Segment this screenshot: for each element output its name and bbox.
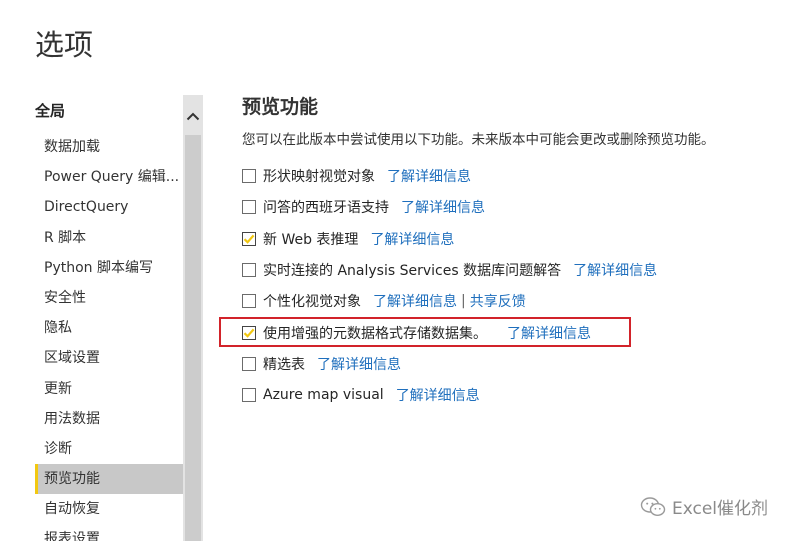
learn-more-link[interactable]: 了解详细信息 [317,354,401,374]
feature-checkbox[interactable] [242,200,256,214]
feature-label: 精选表 [263,357,305,373]
learn-more-link[interactable]: 了解详细信息 [573,260,657,280]
feature-row: 实时连接的 Analysis Services 数据库问题解答 了解详细信息 [242,259,657,281]
section-description: 您可以在此版本中尝试使用以下功能。未来版本中可能会更改或删除预览功能。 [242,132,715,148]
sidebar-item-power-query-editor[interactable]: Power Query 编辑... [35,162,183,192]
feature-label: 实时连接的 Analysis Services 数据库问题解答 [263,263,562,279]
feature-label: Azure map visual [263,387,384,403]
sidebar-item-python-script[interactable]: Python 脚本编写 [35,253,183,283]
sidebar-item-privacy[interactable]: 隐私 [35,313,183,343]
chevron-up-icon [186,112,200,120]
sidebar-item-directquery[interactable]: DirectQuery [35,192,183,222]
feature-row: 形状映射视觉对象 了解详细信息 [242,165,471,187]
scroll-thumb[interactable] [185,135,201,541]
feature-row: Azure map visual 了解详细信息 [242,384,480,406]
learn-more-link[interactable]: 了解详细信息 [396,385,480,405]
feature-row: 个性化视觉对象 了解详细信息 | 共享反馈 [242,290,526,312]
feature-checkbox[interactable] [242,357,256,371]
feature-row: 新 Web 表推理 了解详细信息 [242,228,454,250]
feature-label: 个性化视觉对象 [263,294,361,310]
scroll-up-button[interactable] [183,107,203,125]
feature-row: 问答的西班牙语支持 了解详细信息 [242,196,485,218]
section-title: 预览功能 [242,96,319,118]
sidebar-item-security[interactable]: 安全性 [35,283,183,313]
sidebar: 全局 数据加载 Power Query 编辑... DirectQuery R … [35,95,203,541]
checkmark-icon [243,234,255,244]
learn-more-link[interactable]: 了解详细信息 [401,197,485,217]
learn-more-link[interactable]: 了解详细信息 [387,166,471,186]
sidebar-heading: 全局 [35,102,66,120]
feature-checkbox[interactable] [242,294,256,308]
feature-label: 形状映射视觉对象 [263,169,375,185]
learn-more-link[interactable]: 了解详细信息 [370,229,454,249]
sidebar-item-data-load[interactable]: 数据加载 [35,132,183,162]
feature-checkbox[interactable] [242,169,256,183]
wechat-icon [640,496,666,516]
learn-more-link[interactable]: 了解详细信息 [373,291,457,311]
feature-label: 新 Web 表推理 [263,232,359,248]
feature-checkbox[interactable] [242,232,256,246]
sidebar-item-updates[interactable]: 更新 [35,374,183,404]
sidebar-item-report-settings[interactable]: 报表设置 [35,524,183,541]
feature-checkbox[interactable] [242,388,256,402]
watermark-text: Excel催化剂 [672,499,769,519]
feature-row: 精选表 了解详细信息 [242,353,401,375]
feature-label: 问答的西班牙语支持 [263,200,389,216]
dialog-title: 选项 [35,28,94,62]
sidebar-item-auto-recovery[interactable]: 自动恢复 [35,494,183,524]
sidebar-item-diagnostics[interactable]: 诊断 [35,434,183,464]
link-separator: | [461,293,466,309]
sidebar-item-r-script[interactable]: R 脚本 [35,223,183,253]
sidebar-item-regional-settings[interactable]: 区域设置 [35,343,183,373]
highlight-annotation-box [219,317,631,347]
sidebar-item-usage-data[interactable]: 用法数据 [35,404,183,434]
sidebar-list: 数据加载 Power Query 编辑... DirectQuery R 脚本 … [35,132,183,541]
share-feedback-link[interactable]: 共享反馈 [470,291,526,311]
sidebar-item-preview-features[interactable]: 预览功能 [35,464,183,495]
feature-checkbox[interactable] [242,263,256,277]
sidebar-scrollbar[interactable] [183,95,203,541]
watermark: Excel催化剂 [640,494,768,519]
